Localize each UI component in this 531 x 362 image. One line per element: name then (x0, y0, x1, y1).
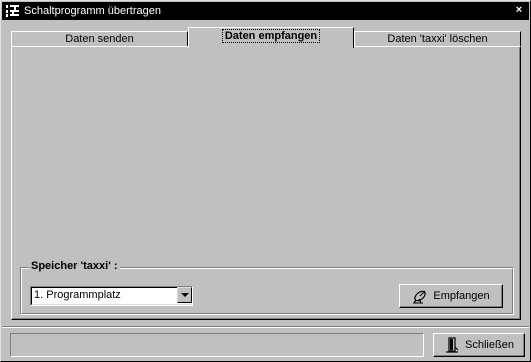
receive-button[interactable]: Empfangen (399, 284, 503, 308)
close-window-button[interactable]: × (513, 5, 525, 16)
tab-label: Daten empfangen (221, 29, 321, 43)
satellite-dish-icon (412, 288, 428, 304)
tab-daten-empfangen[interactable]: Daten empfangen (188, 27, 354, 48)
door-exit-icon (444, 337, 460, 353)
footer-highlight (2, 327, 529, 328)
title-bar[interactable]: Schaltprogramm übertragen × (2, 2, 529, 20)
group-label: Speicher 'taxxi' : (29, 260, 120, 272)
chevron-down-icon (181, 293, 189, 297)
select-value: 1. Programmplatz (34, 289, 121, 301)
footer-bar: Schließen (2, 326, 529, 361)
dropdown-button[interactable] (177, 287, 192, 303)
program-slot-select[interactable]: 1. Programmplatz (30, 286, 193, 306)
tab-strip: Daten senden Daten 'taxxi' löschen Daten… (11, 27, 521, 48)
close-icon: × (515, 4, 523, 16)
memory-group-box: Speicher 'taxxi' : 1. Programmplatz Empf… (20, 260, 514, 315)
tab-panel: Speicher 'taxxi' : 1. Programmplatz Empf… (11, 46, 521, 320)
tab-label: Daten 'taxxi' löschen (387, 33, 488, 45)
window-title: Schaltprogramm übertragen (24, 5, 161, 17)
app-icon (5, 4, 21, 18)
receive-button-label: Empfangen (433, 290, 490, 302)
status-field (10, 333, 424, 357)
dialog-window: Schaltprogramm übertragen × Daten senden… (0, 0, 531, 362)
close-button[interactable]: Schließen (433, 333, 525, 357)
close-button-label: Schließen (465, 339, 514, 351)
tab-label: Daten senden (65, 33, 134, 45)
